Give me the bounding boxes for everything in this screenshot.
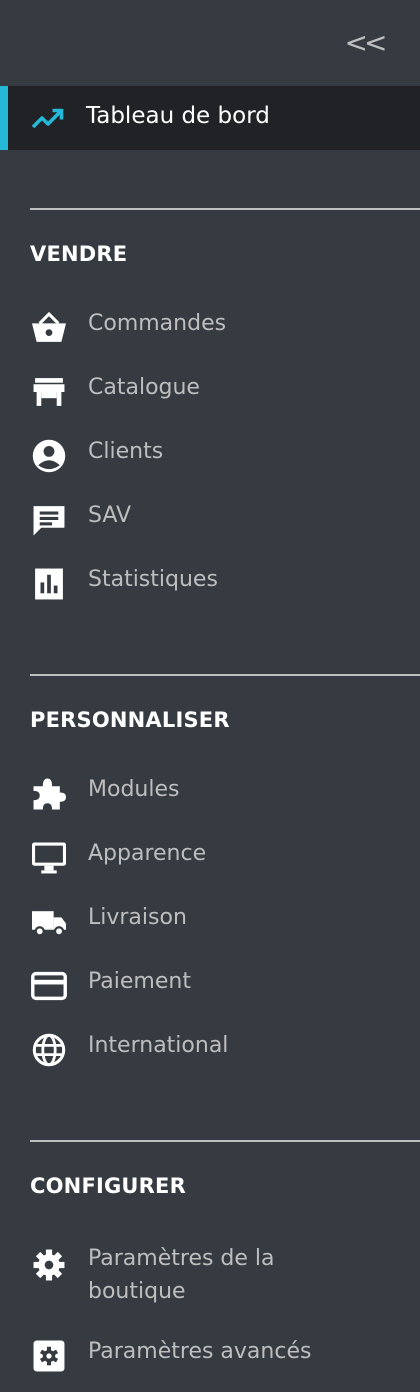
sidebar-item-label: Clients [88,439,164,464]
globe-icon [30,1033,68,1067]
desktop-icon [30,841,68,875]
section-title-vendre: VENDRE [30,242,128,266]
sidebar-item-label: Commandes [88,311,227,336]
sidebar-item-label: SAV [88,503,132,528]
sidebar-item-label: International [88,1033,229,1058]
sidebar-item-dashboard[interactable]: Tableau de bord [0,86,420,150]
section-title-configurer: CONFIGURER [30,1174,186,1198]
trending-up-icon [30,104,66,132]
section-divider [30,674,420,676]
sidebar-item-label: Statistiques [88,567,218,592]
sidebar-item-label: Livraison [88,905,187,930]
sidebar-item-commandes[interactable]: Commandes [0,303,420,351]
gear-icon [30,1248,68,1282]
truck-icon [30,905,68,939]
sidebar-item-catalogue[interactable]: Catalogue [0,367,420,415]
chat-icon [30,503,68,537]
active-indicator [0,86,8,150]
account-circle-icon [30,439,68,473]
sidebar-item-parametres-avances[interactable]: Paramètres avancés [0,1331,420,1379]
sidebar-item-label: Apparence [88,841,207,866]
basket-icon [30,311,68,345]
bar-chart-icon [30,567,68,601]
sidebar-item-modules[interactable]: Modules [0,769,420,817]
store-icon [30,375,68,409]
credit-card-icon [30,969,68,1003]
sidebar-item-paiement[interactable]: Paiement [0,961,420,1009]
collapse-sidebar-button[interactable]: << [340,24,388,60]
sidebar-item-label: Modules [88,777,180,802]
sidebar-item-label: Catalogue [88,375,200,400]
sidebar-item-clients[interactable]: Clients [0,431,420,479]
sidebar-item-label: Tableau de bord [86,103,270,129]
sidebar-item-label: Paiement [88,969,191,994]
sidebar-item-livraison[interactable]: Livraison [0,897,420,945]
sidebar-item-label: Paramètres de la boutique [88,1246,275,1304]
sidebar-item-international[interactable]: International [0,1025,420,1073]
section-title-personnaliser: PERSONNALISER [30,708,230,732]
sidebar-item-parametres-boutique[interactable]: Paramètres de la boutique [0,1240,420,1320]
sidebar-item-label: Paramètres avancés [88,1339,312,1364]
sidebar-item-statistiques[interactable]: Statistiques [0,559,420,607]
sidebar-item-sav[interactable]: SAV [0,495,420,543]
section-divider [30,208,420,210]
settings-box-icon [30,1339,68,1373]
puzzle-icon [30,777,68,811]
sidebar-item-apparence[interactable]: Apparence [0,833,420,881]
section-divider [30,1140,420,1142]
